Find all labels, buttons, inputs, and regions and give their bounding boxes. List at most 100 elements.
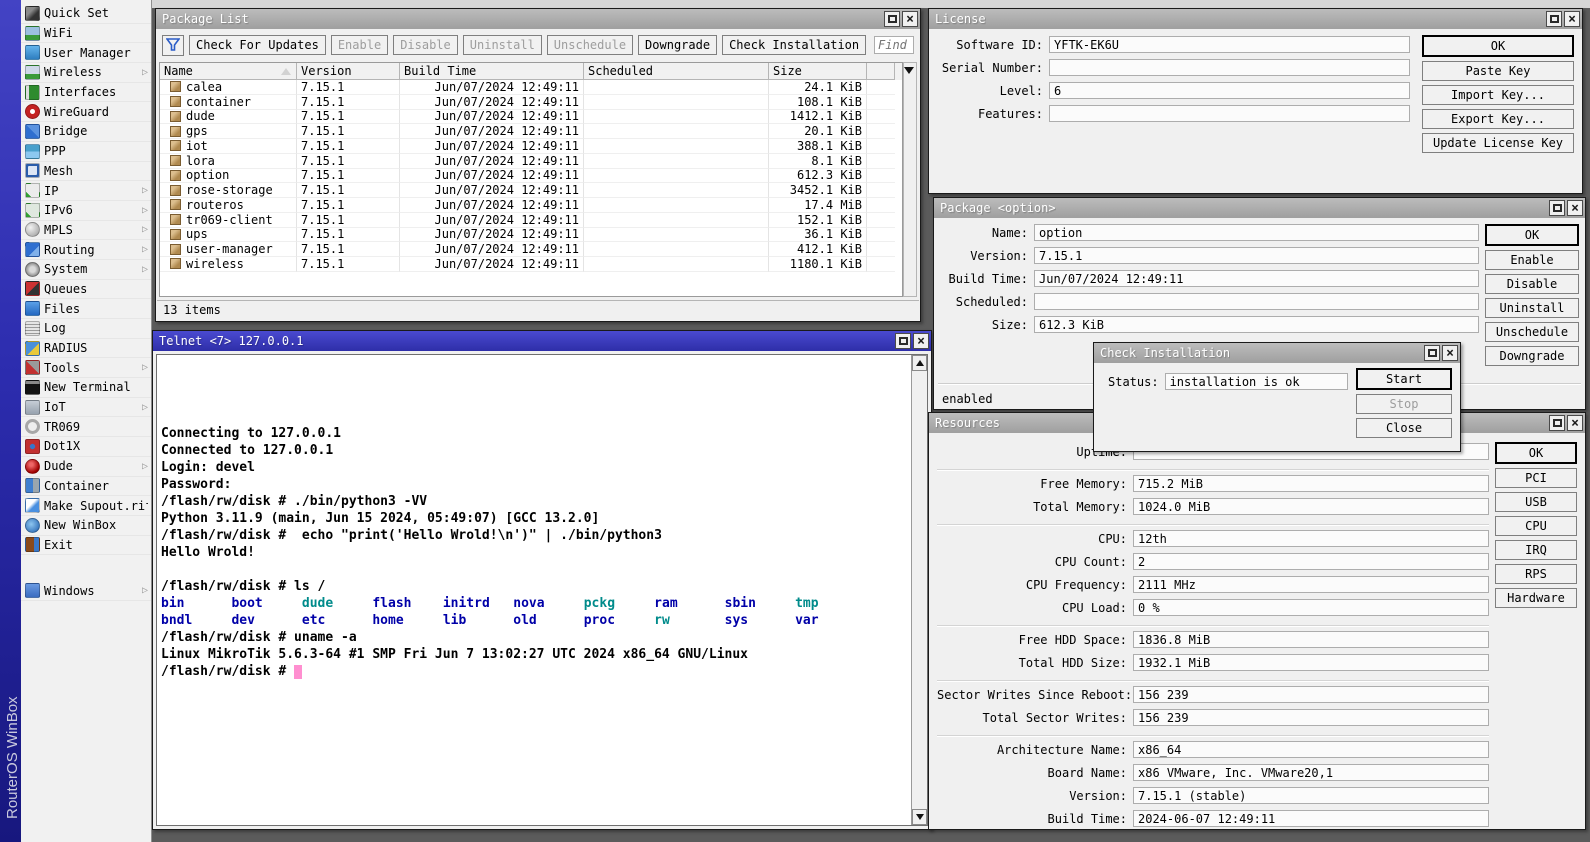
- downgrade-button[interactable]: Downgrade: [638, 35, 717, 55]
- cpu-button[interactable]: CPU: [1495, 516, 1577, 536]
- sidebar-item-container[interactable]: Container: [21, 477, 151, 497]
- column-menu-button[interactable]: [901, 63, 916, 78]
- sidebar-item-files[interactable]: Files: [21, 299, 151, 319]
- software-id-field[interactable]: YFTK-EK6U: [1049, 36, 1410, 53]
- check-for-updates-button[interactable]: Check For Updates: [189, 35, 326, 55]
- name-field[interactable]: option: [1034, 224, 1479, 241]
- version-field[interactable]: 7.15.1 (stable): [1133, 787, 1489, 804]
- sidebar-item-iot[interactable]: IoT▷: [21, 398, 151, 418]
- package-option-titlebar[interactable]: Package <option> ×: [934, 198, 1585, 218]
- check-installation-titlebar[interactable]: Check Installation ×: [1094, 343, 1460, 363]
- table-row[interactable]: user-manager7.15.1Jun/07/2024 12:49:1141…: [160, 242, 902, 257]
- total-hdd-size-field[interactable]: 1932.1 MiB: [1133, 654, 1489, 671]
- table-row[interactable]: rose-storage7.15.1Jun/07/2024 12:49:1134…: [160, 183, 902, 198]
- version-field[interactable]: 7.15.1: [1034, 247, 1479, 264]
- sidebar-item-user-manager[interactable]: User Manager: [21, 43, 151, 63]
- sidebar-item-ipv6[interactable]: IPv6▷: [21, 201, 151, 221]
- filter-button[interactable]: [162, 35, 184, 56]
- board-name-field[interactable]: x86 VMware, Inc. VMware20,1: [1133, 764, 1489, 781]
- disable-button[interactable]: Disable: [1485, 274, 1579, 294]
- table-row[interactable]: tr069-client7.15.1Jun/07/2024 12:49:1115…: [160, 213, 902, 228]
- free-hdd-space-field[interactable]: 1836.8 MiB: [1133, 631, 1489, 648]
- uninstall-button[interactable]: Uninstall: [1485, 298, 1579, 318]
- sidebar-item-new-winbox[interactable]: New WinBox: [21, 516, 151, 536]
- check-installation-button[interactable]: Check Installation: [722, 35, 866, 55]
- table-row[interactable]: wireless7.15.1Jun/07/2024 12:49:111180.1…: [160, 257, 902, 272]
- terminal-scrollbar[interactable]: [911, 355, 927, 825]
- sidebar-item-mpls[interactable]: MPLS▷: [21, 221, 151, 241]
- maximize-icon[interactable]: [884, 11, 900, 27]
- package-table-scrollbar[interactable]: [903, 62, 917, 297]
- maximize-icon[interactable]: [1424, 345, 1440, 361]
- table-row[interactable]: iot7.15.1Jun/07/2024 12:49:11388.1 KiB: [160, 139, 902, 154]
- size-field[interactable]: 612.3 KiB: [1034, 316, 1479, 333]
- column-header-version[interactable]: Version: [297, 63, 400, 80]
- find-input[interactable]: [874, 36, 914, 54]
- maximize-icon[interactable]: [895, 333, 911, 349]
- sidebar-item-make-supout-rif[interactable]: Make Supout.rif: [21, 496, 151, 516]
- maximize-icon[interactable]: [1549, 415, 1565, 431]
- sidebar-item-log[interactable]: Log: [21, 319, 151, 339]
- update-license-key-button[interactable]: Update License Key: [1422, 133, 1574, 153]
- sidebar-item-bridge[interactable]: Bridge: [21, 122, 151, 142]
- total-memory-field[interactable]: 1024.0 MiB: [1133, 498, 1489, 515]
- sidebar-item-ppp[interactable]: PPP: [21, 142, 151, 162]
- start-button[interactable]: Start: [1356, 368, 1452, 390]
- build-time-field[interactable]: Jun/07/2024 12:49:11: [1034, 270, 1479, 287]
- close-icon[interactable]: ×: [1567, 415, 1583, 431]
- column-header-build-time[interactable]: Build Time: [400, 63, 584, 80]
- sidebar-item-ip[interactable]: IP▷: [21, 181, 151, 201]
- ok-button[interactable]: OK: [1422, 35, 1574, 57]
- irq-button[interactable]: IRQ: [1495, 540, 1577, 560]
- column-header-size[interactable]: Size: [769, 63, 867, 80]
- sidebar-item-dude[interactable]: Dude▷: [21, 457, 151, 477]
- close-icon[interactable]: ×: [913, 333, 929, 349]
- terminal-area[interactable]: Connecting to 127.0.0.1Connected to 127.…: [156, 354, 928, 826]
- table-row[interactable]: calea7.15.1Jun/07/2024 12:49:1124.1 KiB: [160, 80, 902, 95]
- close-icon[interactable]: ×: [1567, 200, 1583, 216]
- cpu-frequency-field[interactable]: 2111 MHz: [1133, 576, 1489, 593]
- close-icon[interactable]: ×: [1442, 345, 1458, 361]
- sidebar-item-wireguard[interactable]: WireGuard: [21, 102, 151, 122]
- unschedule-button[interactable]: Unschedule: [1485, 322, 1579, 342]
- close-icon[interactable]: ×: [902, 11, 918, 27]
- table-row[interactable]: ups7.15.1Jun/07/2024 12:49:1136.1 KiB: [160, 228, 902, 243]
- license-titlebar[interactable]: License ×: [929, 9, 1582, 29]
- import-key-button[interactable]: Import Key...: [1422, 85, 1574, 105]
- architecture-name-field[interactable]: x86_64: [1133, 741, 1489, 758]
- sidebar-item-tr069[interactable]: TR069: [21, 417, 151, 437]
- features-field[interactable]: [1049, 105, 1410, 122]
- sidebar-item-routing[interactable]: Routing▷: [21, 240, 151, 260]
- column-header-scheduled[interactable]: Scheduled: [584, 63, 769, 80]
- scroll-up-icon[interactable]: [912, 355, 927, 371]
- total-sector-writes-field[interactable]: 156 239: [1133, 709, 1489, 726]
- table-row[interactable]: option7.15.1Jun/07/2024 12:49:11612.3 Ki…: [160, 169, 902, 184]
- status-field[interactable]: installation is ok: [1165, 373, 1348, 390]
- table-row[interactable]: gps7.15.1Jun/07/2024 12:49:1120.1 KiB: [160, 124, 902, 139]
- serial-number-field[interactable]: [1049, 59, 1410, 76]
- cpu-count-field[interactable]: 2: [1133, 553, 1489, 570]
- hardware-button[interactable]: Hardware: [1495, 588, 1577, 608]
- sidebar-item-quick-set[interactable]: Quick Set: [21, 4, 151, 24]
- ok-button[interactable]: OK: [1495, 442, 1577, 464]
- table-row[interactable]: routeros7.15.1Jun/07/2024 12:49:1117.4 M…: [160, 198, 902, 213]
- level-field[interactable]: 6: [1049, 82, 1410, 99]
- sidebar-item-exit[interactable]: Exit: [21, 536, 151, 556]
- export-key-button[interactable]: Export Key...: [1422, 109, 1574, 129]
- ok-button[interactable]: OK: [1485, 224, 1579, 246]
- sidebar-item-wireless[interactable]: Wireless▷: [21, 63, 151, 83]
- package-list-titlebar[interactable]: Package List ×: [156, 9, 920, 29]
- sidebar-item-radius[interactable]: RADIUS: [21, 339, 151, 359]
- usb-button[interactable]: USB: [1495, 492, 1577, 512]
- sidebar-item-dot1x[interactable]: Dot1X: [21, 437, 151, 457]
- downgrade-button[interactable]: Downgrade: [1485, 346, 1579, 366]
- scheduled-field[interactable]: [1034, 293, 1479, 310]
- scroll-down-icon[interactable]: [912, 809, 927, 825]
- pci-button[interactable]: PCI: [1495, 468, 1577, 488]
- enable-button[interactable]: Enable: [1485, 250, 1579, 270]
- sidebar-item-queues[interactable]: Queues: [21, 280, 151, 300]
- sidebar-item-system[interactable]: System▷: [21, 260, 151, 280]
- sidebar-item-wifi[interactable]: WiFi: [21, 24, 151, 44]
- sector-writes-since-reboot-field[interactable]: 156 239: [1133, 686, 1489, 703]
- cpu-load-field[interactable]: 0 %: [1133, 599, 1489, 616]
